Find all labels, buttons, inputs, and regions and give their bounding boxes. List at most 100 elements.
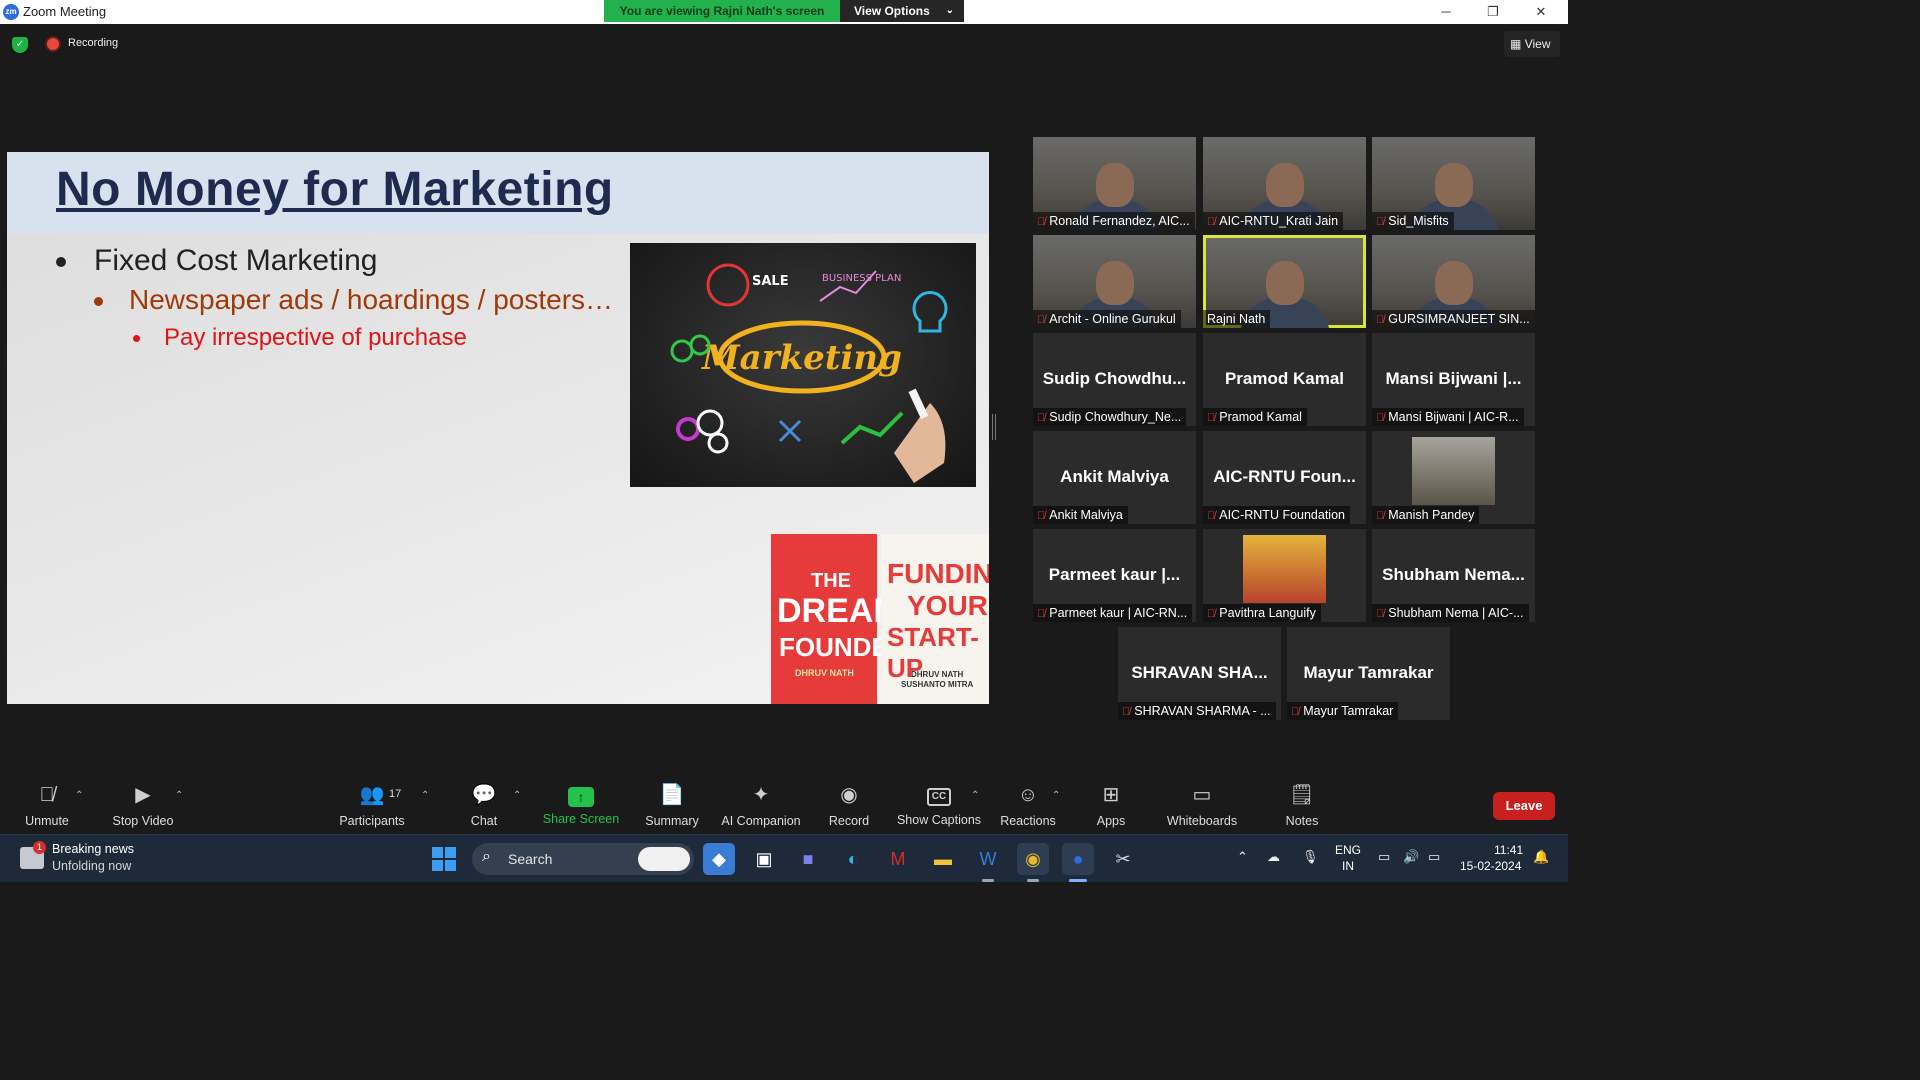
chat-label: Chat bbox=[470, 814, 498, 828]
participant-count: 17 bbox=[389, 788, 402, 800]
participant-tile[interactable]: SHRAVAN SHA... 🎙̸ SHRAVAN SHARMA - ... bbox=[1118, 627, 1281, 720]
participant-tile[interactable]: Mayur Tamrakar 🎙̸ Mayur Tamrakar bbox=[1287, 627, 1450, 720]
bullet-dot bbox=[133, 335, 140, 343]
bullet-text: Pay irrespective of purchase bbox=[164, 324, 467, 351]
notes-label: Notes bbox=[1285, 814, 1319, 828]
taskbar-search-box[interactable]: ⌕ Search bbox=[472, 843, 694, 875]
participant-tile[interactable]: 🎙̸ Pavithra Languify bbox=[1203, 529, 1366, 622]
marketing-illustration: Marketing SALE BUSINESS PLAN bbox=[670, 263, 948, 483]
reactions-smiley-icon: ☺ bbox=[1017, 784, 1039, 806]
tray-overflow-icon[interactable]: ⌃ bbox=[1237, 849, 1248, 865]
stop-video-button[interactable]: ▶ Stop Video bbox=[105, 778, 181, 834]
bullet-text: Newspaper ads / hoardings / posters… bbox=[129, 284, 614, 315]
running-indicator bbox=[982, 879, 994, 882]
onedrive-cloud-icon[interactable]: ☁ bbox=[1267, 849, 1280, 865]
encryption-shield-icon[interactable]: ✓ bbox=[12, 37, 28, 53]
reactions-button[interactable]: ☺ Reactions bbox=[998, 778, 1058, 834]
captions-caret-icon[interactable]: ⌃ bbox=[971, 790, 979, 801]
notes-button[interactable]: 🗒 Notes bbox=[1280, 778, 1324, 834]
notifications-icon[interactable]: 🔔 bbox=[1533, 849, 1549, 865]
network-icon[interactable]: ▭ bbox=[1378, 849, 1390, 865]
chat-button[interactable]: 💬 Chat bbox=[460, 778, 508, 834]
ai-companion-button[interactable]: ✦ AI Companion bbox=[718, 778, 804, 834]
muted-microphone-icon: 🎙̸ bbox=[1376, 314, 1385, 326]
participant-tile[interactable]: Rajni Nath bbox=[1203, 235, 1366, 328]
view-label: View bbox=[1524, 37, 1551, 51]
language-indicator[interactable]: ENG bbox=[1335, 843, 1361, 857]
snipping-tool-icon[interactable]: ✂ bbox=[1107, 843, 1139, 875]
participant-name: Ronald Fernandez, AIC... bbox=[1049, 214, 1190, 228]
splitter-handle[interactable] bbox=[992, 414, 996, 440]
recording-label[interactable]: Recording bbox=[68, 37, 118, 49]
copilot-icon[interactable] bbox=[638, 847, 690, 871]
participant-tile[interactable]: 🎙̸ GURSIMRANJEET SIN... bbox=[1372, 235, 1535, 328]
task-view-icon[interactable]: ▣ bbox=[748, 843, 780, 875]
record-icon: ◉ bbox=[840, 784, 858, 806]
apps-button[interactable]: ⊞ Apps bbox=[1090, 778, 1132, 834]
participant-tile[interactable]: Ankit Malviya 🎙̸ Ankit Malviya bbox=[1033, 431, 1196, 524]
summary-document-icon: 📄 bbox=[659, 784, 685, 806]
participant-tile[interactable]: 🎙̸ Archit - Online Gurukul bbox=[1033, 235, 1196, 328]
participant-tile[interactable]: Shubham Nema... 🎙̸ Shubham Nema | AIC-... bbox=[1372, 529, 1535, 622]
share-screen-button[interactable]: ↑ Share Screen bbox=[540, 778, 622, 834]
participant-tile[interactable]: Pramod Kamal 🎙̸ Pramod Kamal bbox=[1203, 333, 1366, 426]
apps-label: Apps bbox=[1096, 814, 1126, 828]
record-button[interactable]: ◉ Record bbox=[824, 778, 874, 834]
participants-caret-icon[interactable]: ⌃ bbox=[421, 790, 429, 801]
window-title: Zoom Meeting bbox=[23, 4, 107, 19]
mcafee-icon[interactable]: M bbox=[882, 843, 914, 875]
minimize-button[interactable]: ─ bbox=[1423, 2, 1469, 22]
news-title[interactable]: Breaking news bbox=[52, 842, 134, 856]
video-options-caret-icon[interactable]: ⌃ bbox=[175, 790, 183, 801]
chrome-icon[interactable]: ◉ bbox=[1017, 843, 1049, 875]
participant-tile[interactable]: 🎙̸ AIC-RNTU_Krati Jain bbox=[1203, 137, 1366, 230]
participant-name: Manish Pandey bbox=[1388, 508, 1475, 522]
reactions-caret-icon[interactable]: ⌃ bbox=[1052, 790, 1060, 801]
participant-name-caption: 🎙̸ SHRAVAN SHARMA - ... bbox=[1118, 702, 1276, 720]
participant-tile[interactable]: 🎙̸ Manish Pandey bbox=[1372, 431, 1535, 524]
copilot-app-icon[interactable]: ◆ bbox=[703, 843, 735, 875]
participant-tile[interactable]: 🎙̸ Sid_Misfits bbox=[1372, 137, 1535, 230]
unmute-label: Unmute bbox=[25, 814, 69, 828]
webex-icon[interactable]: W bbox=[972, 843, 1004, 875]
teams-icon[interactable]: ■ bbox=[792, 843, 824, 875]
restore-button[interactable]: ❐ bbox=[1470, 2, 1516, 22]
participant-tile[interactable]: 🎙̸ Ronald Fernandez, AIC... bbox=[1033, 137, 1196, 230]
leave-button[interactable]: Leave bbox=[1493, 792, 1555, 820]
show-captions-button[interactable]: CC Show Captions bbox=[896, 778, 982, 834]
view-button[interactable]: ▦ View bbox=[1504, 31, 1560, 57]
participant-tile[interactable]: Sudip Chowdhu... 🎙̸ Sudip Chowdhury_Ne... bbox=[1033, 333, 1196, 426]
book2-line2: YOUR bbox=[907, 590, 988, 621]
notes-icon: 🗒 bbox=[1289, 784, 1315, 806]
battery-icon[interactable]: ▭ bbox=[1428, 849, 1440, 865]
participant-display-name: Shubham Nema... bbox=[1382, 565, 1525, 584]
file-explorer-icon[interactable]: ▬ bbox=[927, 843, 959, 875]
participant-tile[interactable]: Parmeet kaur |... 🎙̸ Parmeet kaur | AIC-RN… bbox=[1033, 529, 1196, 622]
participants-button[interactable]: 👥 Participants bbox=[334, 778, 410, 834]
participant-name-caption: 🎙̸ Manish Pandey bbox=[1372, 506, 1480, 524]
chat-caret-icon[interactable]: ⌃ bbox=[513, 790, 521, 801]
audio-options-caret-icon[interactable]: ⌃ bbox=[75, 790, 83, 801]
close-button[interactable]: ✕ bbox=[1518, 2, 1564, 22]
slide-bullet-level3: Pay irrespective of purchase bbox=[133, 324, 467, 352]
muted-microphone-icon: 🎙̸ bbox=[1376, 216, 1385, 228]
volume-icon[interactable]: 🔊 bbox=[1403, 849, 1419, 865]
clock-date[interactable]: 15-02-2024 bbox=[1460, 859, 1521, 873]
whiteboards-label: Whiteboards bbox=[1166, 814, 1238, 828]
unmute-button[interactable]: 🎙̸ Unmute bbox=[18, 778, 76, 834]
video-camera-icon: ▶ bbox=[135, 784, 151, 806]
participant-tile[interactable]: AIC-RNTU Foun... 🎙̸ AIC-RNTU Foundation bbox=[1203, 431, 1366, 524]
participant-name-caption: 🎙̸ Ronald Fernandez, AIC... bbox=[1033, 212, 1195, 230]
apps-icon: ⊞ bbox=[1102, 784, 1120, 806]
zoom-taskbar-icon[interactable]: ● bbox=[1062, 843, 1094, 875]
windows-start-icon[interactable] bbox=[432, 847, 456, 871]
microphone-icon[interactable]: 🎙 bbox=[1302, 849, 1319, 865]
participant-tile[interactable]: Mansi Bijwani |... 🎙̸ Mansi Bijwani | AIC-… bbox=[1372, 333, 1535, 426]
summary-button[interactable]: 📄 Summary bbox=[640, 778, 704, 834]
edge-icon[interactable]: ◐ bbox=[837, 843, 869, 875]
whiteboards-button[interactable]: ▭ Whiteboards bbox=[1162, 778, 1242, 834]
muted-microphone-icon: 🎙̸ bbox=[1376, 608, 1385, 620]
clock-time[interactable]: 11:41 bbox=[1494, 843, 1523, 857]
view-options-button[interactable]: View Options ⌄ bbox=[840, 0, 964, 22]
participant-display-name: Ankit Malviya bbox=[1060, 467, 1169, 486]
